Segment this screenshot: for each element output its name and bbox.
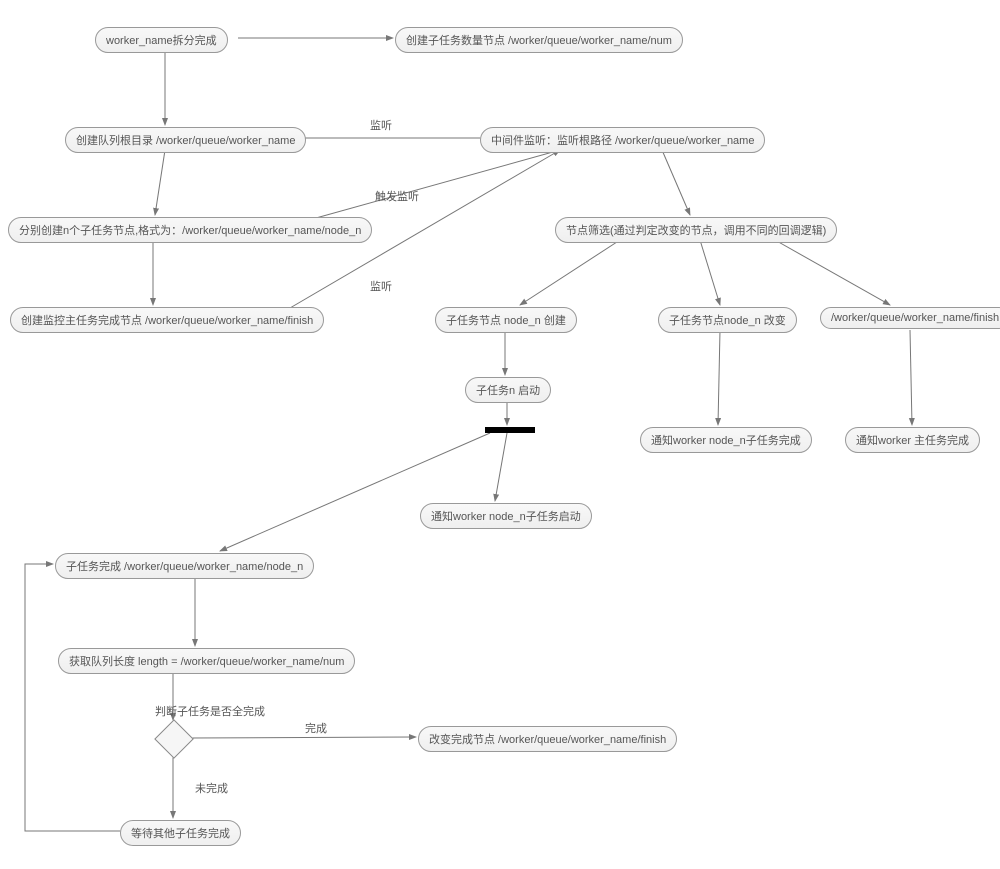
node-label: 中间件监听：监听根路径 /worker/queue/worker_name (491, 135, 754, 147)
node-create-queue-root: 创建队列根目录 /worker/queue/worker_name (65, 127, 306, 153)
node-label: 通知worker node_n子任务完成 (651, 435, 801, 447)
node-finish-path: /worker/queue/worker_name/finish (820, 307, 1000, 329)
edge-label-listen-2: 监听 (370, 278, 392, 294)
node-label: 通知worker node_n子任务启动 (431, 511, 581, 523)
node-label: worker_name拆分完成 (106, 35, 217, 47)
edge-label-done: 完成 (305, 720, 327, 736)
sync-bar (485, 427, 535, 433)
node-create-subtask-nodes: 分别创建n个子任务节点,格式为：/worker/queue/worker_nam… (8, 217, 372, 243)
node-label: 等待其他子任务完成 (131, 828, 230, 840)
node-label: 子任务完成 /worker/queue/worker_name/node_n (66, 561, 303, 573)
node-subtask-created: 子任务节点 node_n 创建 (435, 307, 577, 333)
node-subtask-start: 子任务n 启动 (465, 377, 551, 403)
node-get-queue-length: 获取队列长度 length = /worker/queue/worker_nam… (58, 648, 355, 674)
node-notify-subtask-done: 通知worker node_n子任务完成 (640, 427, 812, 453)
node-label: 节点筛选(通过判定改变的节点，调用不同的回调逻辑) (566, 225, 826, 237)
node-label: 创建子任务数量节点 /worker/queue/worker_name/num (406, 35, 672, 47)
node-label: 改变完成节点 /worker/queue/worker_name/finish (429, 734, 666, 746)
node-subtask-done: 子任务完成 /worker/queue/worker_name/node_n (55, 553, 314, 579)
decision-all-done (154, 719, 194, 759)
node-label: 子任务n 启动 (476, 385, 540, 397)
node-notify-main-done: 通知worker 主任务完成 (845, 427, 980, 453)
node-label: 获取队列长度 length = /worker/queue/worker_nam… (69, 656, 344, 668)
node-label: 分别创建n个子任务节点,格式为：/worker/queue/worker_nam… (19, 225, 361, 237)
node-label: /worker/queue/worker_name/finish (831, 312, 999, 324)
node-wait-others: 等待其他子任务完成 (120, 820, 241, 846)
node-label: 子任务节点node_n 改变 (669, 315, 786, 327)
node-change-finish: 改变完成节点 /worker/queue/worker_name/finish (418, 726, 677, 752)
edge-label-trigger: 触发监听 (375, 188, 419, 204)
node-notify-subtask-start: 通知worker node_n子任务启动 (420, 503, 592, 529)
edge-label-check-done: 判断子任务是否全完成 (155, 703, 265, 719)
node-label: 创建队列根目录 /worker/queue/worker_name (76, 135, 295, 147)
node-split-done: worker_name拆分完成 (95, 27, 228, 53)
node-filter: 节点筛选(通过判定改变的节点，调用不同的回调逻辑) (555, 217, 837, 243)
node-middleware-listen: 中间件监听：监听根路径 /worker/queue/worker_name (480, 127, 765, 153)
node-label: 子任务节点 node_n 创建 (446, 315, 566, 327)
edge-label-listen-1: 监听 (370, 117, 392, 133)
node-create-num: 创建子任务数量节点 /worker/queue/worker_name/num (395, 27, 683, 53)
node-label: 创建监控主任务完成节点 /worker/queue/worker_name/fi… (21, 315, 313, 327)
node-create-finish-monitor: 创建监控主任务完成节点 /worker/queue/worker_name/fi… (10, 307, 324, 333)
edge-label-not-done: 未完成 (195, 780, 228, 796)
node-subtask-changed: 子任务节点node_n 改变 (658, 307, 797, 333)
node-label: 通知worker 主任务完成 (856, 435, 969, 447)
